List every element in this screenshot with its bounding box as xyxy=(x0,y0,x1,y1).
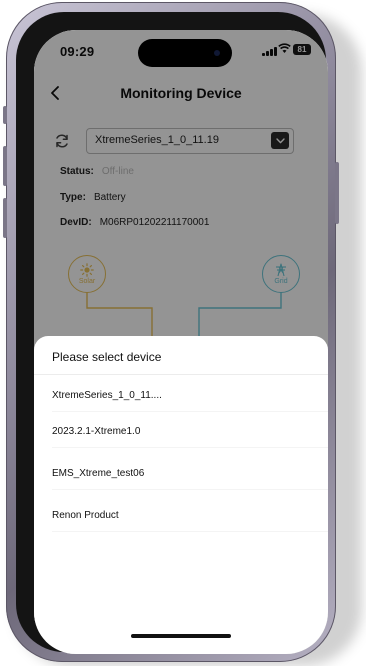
device-option[interactable]: EMS_Xtreme_test06 xyxy=(34,460,328,490)
phone-screen: 09:29 81 Monitoring Device XtremeSeries_… xyxy=(34,30,328,654)
device-picker-sheet: Please select device XtremeSeries_1_0_11… xyxy=(34,336,328,654)
divider xyxy=(52,447,328,448)
phone-bezel: 09:29 81 Monitoring Device XtremeSeries_… xyxy=(16,12,328,654)
device-option-label: 2023.2.1-Xtreme1.0 xyxy=(52,426,141,437)
volume-down-button xyxy=(3,198,7,238)
divider xyxy=(34,374,328,375)
divider xyxy=(52,489,328,490)
sheet-title: Please select device xyxy=(52,350,162,364)
device-option[interactable]: 2023.2.1-Xtreme1.0 xyxy=(34,418,328,448)
phone-frame: 09:29 81 Monitoring Device XtremeSeries_… xyxy=(3,2,339,662)
device-option-label: EMS_Xtreme_test06 xyxy=(52,468,145,479)
volume-up-button xyxy=(3,146,7,186)
device-option[interactable]: XtremeSeries_1_0_11.... xyxy=(34,382,328,412)
power-button xyxy=(335,162,339,224)
device-option-label: XtremeSeries_1_0_11.... xyxy=(52,390,162,401)
device-option-label: Renon Product xyxy=(52,510,119,521)
device-option[interactable]: Renon Product xyxy=(34,502,328,532)
divider xyxy=(52,411,328,412)
action-button xyxy=(3,106,7,124)
divider xyxy=(52,531,328,532)
home-indicator[interactable] xyxy=(131,634,231,638)
